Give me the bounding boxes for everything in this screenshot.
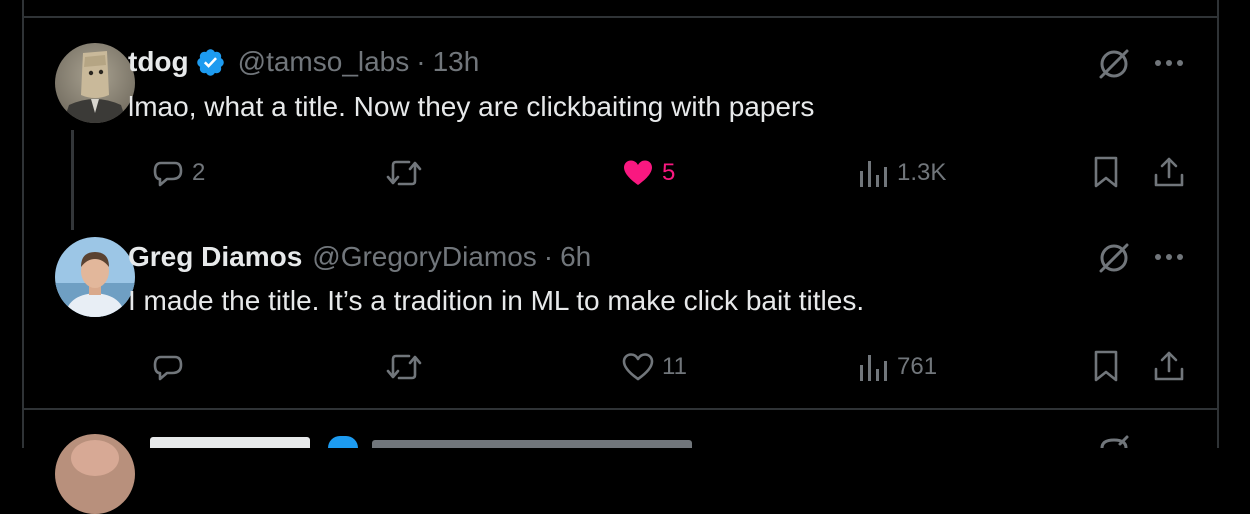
tweet-header: tdog @tamso_labs · 13h [128,45,479,79]
view-count: 1.3K [897,159,947,186]
more-icon[interactable] [1153,58,1185,68]
repost-icon [386,160,422,186]
bookmark-icon[interactable] [1092,349,1120,383]
separator: · [543,241,554,272]
grok-icon[interactable] [1096,46,1132,82]
repost-icon [386,354,422,380]
verified-badge-icon[interactable] [195,47,226,78]
handle-cutoff [372,440,692,448]
reply-icon [153,161,183,187]
divider [24,408,1217,410]
share-icon[interactable] [1152,155,1186,189]
view-count: 761 [897,353,938,380]
tweet-text: I made the title. It’s a tradition in ML… [128,285,865,316]
like-button[interactable]: 5 [622,157,675,189]
tweet-header: Greg Diamos @GregoryDiamos · 6h [128,240,591,274]
grok-icon[interactable] [1096,434,1132,448]
repost-button[interactable] [385,157,431,189]
timestamp[interactable]: 6h [560,240,591,274]
views-button[interactable]: 761 [857,351,937,383]
timestamp[interactable]: 13h [433,45,480,79]
handle[interactable]: @tamso_labs [238,45,410,79]
like-count: 11 [662,353,687,380]
like-button[interactable]: 11 [622,351,687,383]
more-icon[interactable] [1153,252,1185,262]
reply-count: 2 [192,159,206,186]
reply-button[interactable]: 2 [152,157,205,189]
verified-badge-icon [328,436,358,448]
heart-icon [624,160,652,185]
bookmark-icon[interactable] [1092,155,1120,189]
display-name[interactable]: Greg Diamos [128,240,302,274]
views-icon [860,161,887,187]
avatar[interactable] [55,237,135,317]
avatar[interactable] [55,43,135,123]
reply-icon [153,355,183,381]
views-button[interactable]: 1.3K [857,157,946,189]
handle[interactable]: @GregoryDiamos [312,240,536,274]
display-name[interactable]: tdog [128,45,189,79]
reply-button[interactable] [152,351,192,383]
repost-button[interactable] [385,351,431,383]
heart-icon [622,353,654,381]
share-icon[interactable] [1152,349,1186,383]
divider [24,16,1217,18]
grok-icon[interactable] [1096,240,1132,276]
views-icon [860,355,887,381]
tweet-text: lmao, what a title. Now they are clickba… [128,91,815,122]
avatar[interactable] [55,434,135,514]
like-count: 5 [662,159,676,186]
thread-connector [71,130,74,230]
display-name-cutoff [150,437,310,448]
separator: · [416,46,426,77]
